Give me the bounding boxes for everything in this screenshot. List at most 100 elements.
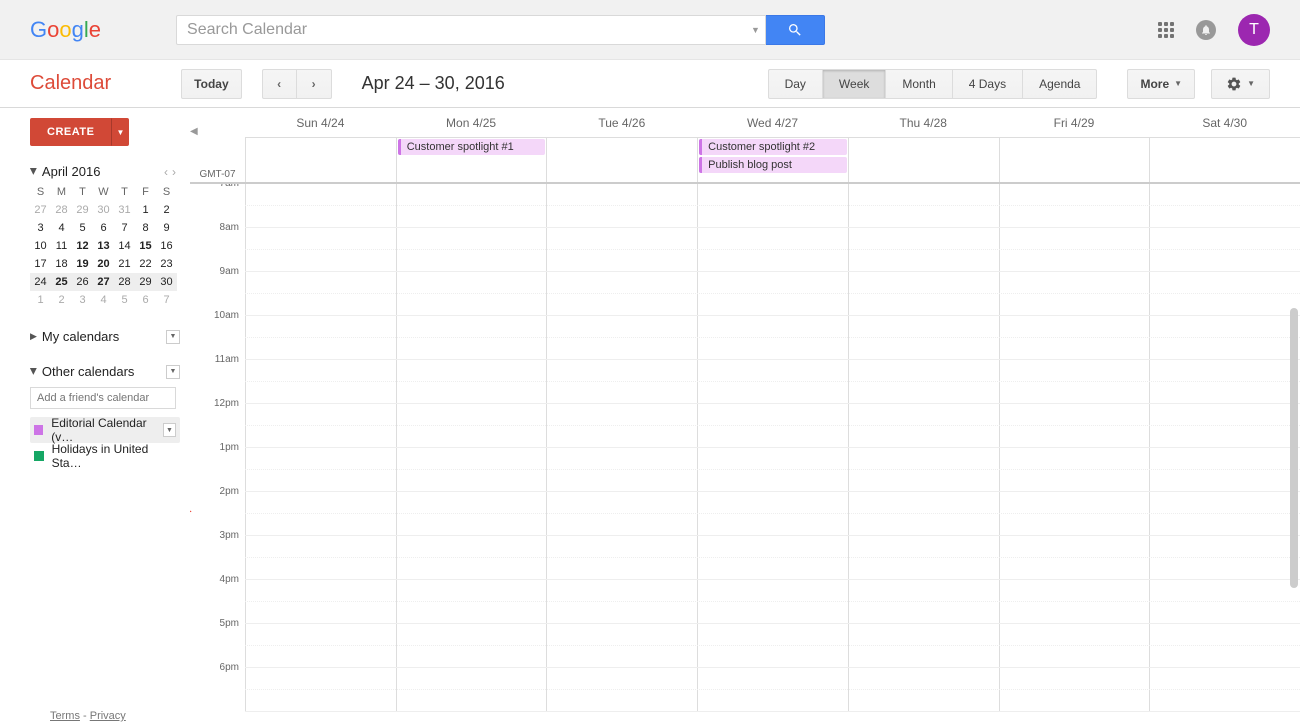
mini-day[interactable]: 29 bbox=[72, 201, 93, 219]
event-chip[interactable]: Customer spotlight #2 bbox=[699, 139, 847, 155]
hour-column[interactable] bbox=[546, 184, 697, 712]
event-chip[interactable]: Publish blog post bbox=[699, 157, 847, 173]
search-input[interactable] bbox=[176, 15, 766, 45]
my-calendars-menu[interactable]: ▼ bbox=[166, 330, 180, 344]
mini-day[interactable]: 23 bbox=[156, 255, 177, 273]
hour-column[interactable] bbox=[999, 184, 1150, 712]
mini-day[interactable]: 19 bbox=[72, 255, 93, 273]
other-calendars-toggle[interactable]: ▶ Other calendars ▼ bbox=[30, 364, 180, 379]
day-header[interactable]: Fri 4/29 bbox=[999, 108, 1150, 137]
mini-day[interactable]: 27 bbox=[30, 201, 51, 219]
mini-day[interactable]: 22 bbox=[135, 255, 156, 273]
mini-prev[interactable]: ‹ bbox=[164, 165, 172, 179]
avatar[interactable]: T bbox=[1238, 14, 1270, 46]
mini-day[interactable]: 12 bbox=[72, 237, 93, 255]
mini-day[interactable]: 25 bbox=[51, 273, 72, 291]
view-month[interactable]: Month bbox=[886, 69, 952, 99]
allday-cell[interactable] bbox=[546, 138, 697, 182]
mini-day[interactable]: 1 bbox=[135, 201, 156, 219]
today-button[interactable]: Today bbox=[181, 69, 241, 99]
hour-column[interactable] bbox=[245, 184, 396, 712]
day-header[interactable]: Tue 4/26 bbox=[546, 108, 697, 137]
view-agenda[interactable]: Agenda bbox=[1023, 69, 1097, 99]
mini-day[interactable]: 31 bbox=[114, 201, 135, 219]
more-button[interactable]: More▼ bbox=[1127, 69, 1195, 99]
mini-day[interactable]: 16 bbox=[156, 237, 177, 255]
mini-day[interactable]: 2 bbox=[51, 291, 72, 309]
mini-day[interactable]: 14 bbox=[114, 237, 135, 255]
mini-day[interactable]: 9 bbox=[156, 219, 177, 237]
hour-column[interactable] bbox=[697, 184, 848, 712]
settings-button[interactable]: ▼ bbox=[1211, 69, 1270, 99]
calendar-item[interactable]: Holidays in United Sta… bbox=[30, 443, 180, 469]
day-header[interactable]: Wed 4/27 bbox=[697, 108, 848, 137]
my-calendars-toggle[interactable]: ▶ My calendars ▼ bbox=[30, 329, 180, 344]
search-button[interactable] bbox=[765, 15, 825, 45]
other-calendars-menu[interactable]: ▼ bbox=[166, 365, 180, 379]
mini-day[interactable]: 6 bbox=[135, 291, 156, 309]
view-4days[interactable]: 4 Days bbox=[953, 69, 1023, 99]
hour-column[interactable] bbox=[848, 184, 999, 712]
allday-cell[interactable] bbox=[245, 138, 396, 182]
create-dropdown[interactable]: ▼ bbox=[111, 118, 129, 146]
prev-button[interactable]: ‹ bbox=[262, 69, 297, 99]
event-chip[interactable]: Customer spotlight #1 bbox=[398, 139, 546, 155]
allday-cell[interactable] bbox=[999, 138, 1150, 182]
mini-day[interactable]: 30 bbox=[156, 273, 177, 291]
allday-cell[interactable]: Customer spotlight #1 bbox=[396, 138, 547, 182]
allday-row[interactable]: Customer spotlight #1 Customer spotlight … bbox=[245, 138, 1300, 182]
allday-cell[interactable]: Customer spotlight #2 Publish blog post bbox=[697, 138, 848, 182]
mini-day[interactable]: 2 bbox=[156, 201, 177, 219]
create-button[interactable]: CREATE bbox=[30, 118, 111, 146]
view-day[interactable]: Day bbox=[768, 69, 823, 99]
mini-day[interactable]: 24 bbox=[30, 273, 51, 291]
hour-grid[interactable] bbox=[245, 184, 1300, 712]
mini-day[interactable]: 28 bbox=[114, 273, 135, 291]
day-header[interactable]: Sat 4/30 bbox=[1149, 108, 1300, 137]
mini-day[interactable]: 4 bbox=[51, 219, 72, 237]
mini-day[interactable]: 6 bbox=[93, 219, 114, 237]
mini-day[interactable]: 28 bbox=[51, 201, 72, 219]
mini-day[interactable]: 5 bbox=[72, 219, 93, 237]
notifications-icon[interactable] bbox=[1196, 20, 1216, 40]
hour-column[interactable] bbox=[396, 184, 547, 712]
mini-day[interactable]: 30 bbox=[93, 201, 114, 219]
mini-day[interactable]: 7 bbox=[114, 219, 135, 237]
mini-day[interactable]: 8 bbox=[135, 219, 156, 237]
mini-day[interactable]: 10 bbox=[30, 237, 51, 255]
mini-day[interactable]: 3 bbox=[30, 219, 51, 237]
mini-day[interactable]: 3 bbox=[72, 291, 93, 309]
mini-next[interactable]: › bbox=[172, 165, 180, 179]
mini-day[interactable]: 26 bbox=[72, 273, 93, 291]
sidebar-collapse-icon[interactable]: ◀ bbox=[190, 126, 198, 137]
mini-day[interactable]: 5 bbox=[114, 291, 135, 309]
mini-day[interactable]: 18 bbox=[51, 255, 72, 273]
search-dropdown[interactable]: ▼ bbox=[746, 15, 766, 45]
calendar-item[interactable]: Editorial Calendar (v…▼ bbox=[30, 417, 180, 443]
mini-day[interactable]: 29 bbox=[135, 273, 156, 291]
terms-link[interactable]: Terms bbox=[50, 710, 80, 722]
mini-day[interactable]: 11 bbox=[51, 237, 72, 255]
mini-day[interactable]: 15 bbox=[135, 237, 156, 255]
mini-day[interactable]: 7 bbox=[156, 291, 177, 309]
privacy-link[interactable]: Privacy bbox=[90, 710, 126, 722]
view-week[interactable]: Week bbox=[823, 69, 886, 99]
google-logo[interactable]: Google bbox=[30, 17, 101, 43]
mini-calendar[interactable]: SMTWTFS272829303112345678910111213141516… bbox=[30, 183, 180, 309]
allday-cell[interactable] bbox=[848, 138, 999, 182]
mini-day[interactable]: 17 bbox=[30, 255, 51, 273]
mini-day[interactable]: 20 bbox=[93, 255, 114, 273]
mini-day[interactable]: 1 bbox=[30, 291, 51, 309]
mini-day[interactable]: 4 bbox=[93, 291, 114, 309]
mini-day[interactable]: 27 bbox=[93, 273, 114, 291]
add-friend-input[interactable] bbox=[30, 387, 176, 409]
day-header[interactable]: Mon 4/25 bbox=[396, 108, 547, 137]
mini-cal-header[interactable]: ▶ April 2016 ‹› bbox=[30, 164, 180, 179]
calendar-menu[interactable]: ▼ bbox=[163, 423, 176, 437]
next-button[interactable]: › bbox=[297, 69, 332, 99]
mini-day[interactable]: 21 bbox=[114, 255, 135, 273]
hour-column[interactable] bbox=[1149, 184, 1300, 712]
allday-cell[interactable] bbox=[1149, 138, 1300, 182]
day-header[interactable]: Sun 4/24 bbox=[245, 108, 396, 137]
day-header[interactable]: Thu 4/28 bbox=[848, 108, 999, 137]
